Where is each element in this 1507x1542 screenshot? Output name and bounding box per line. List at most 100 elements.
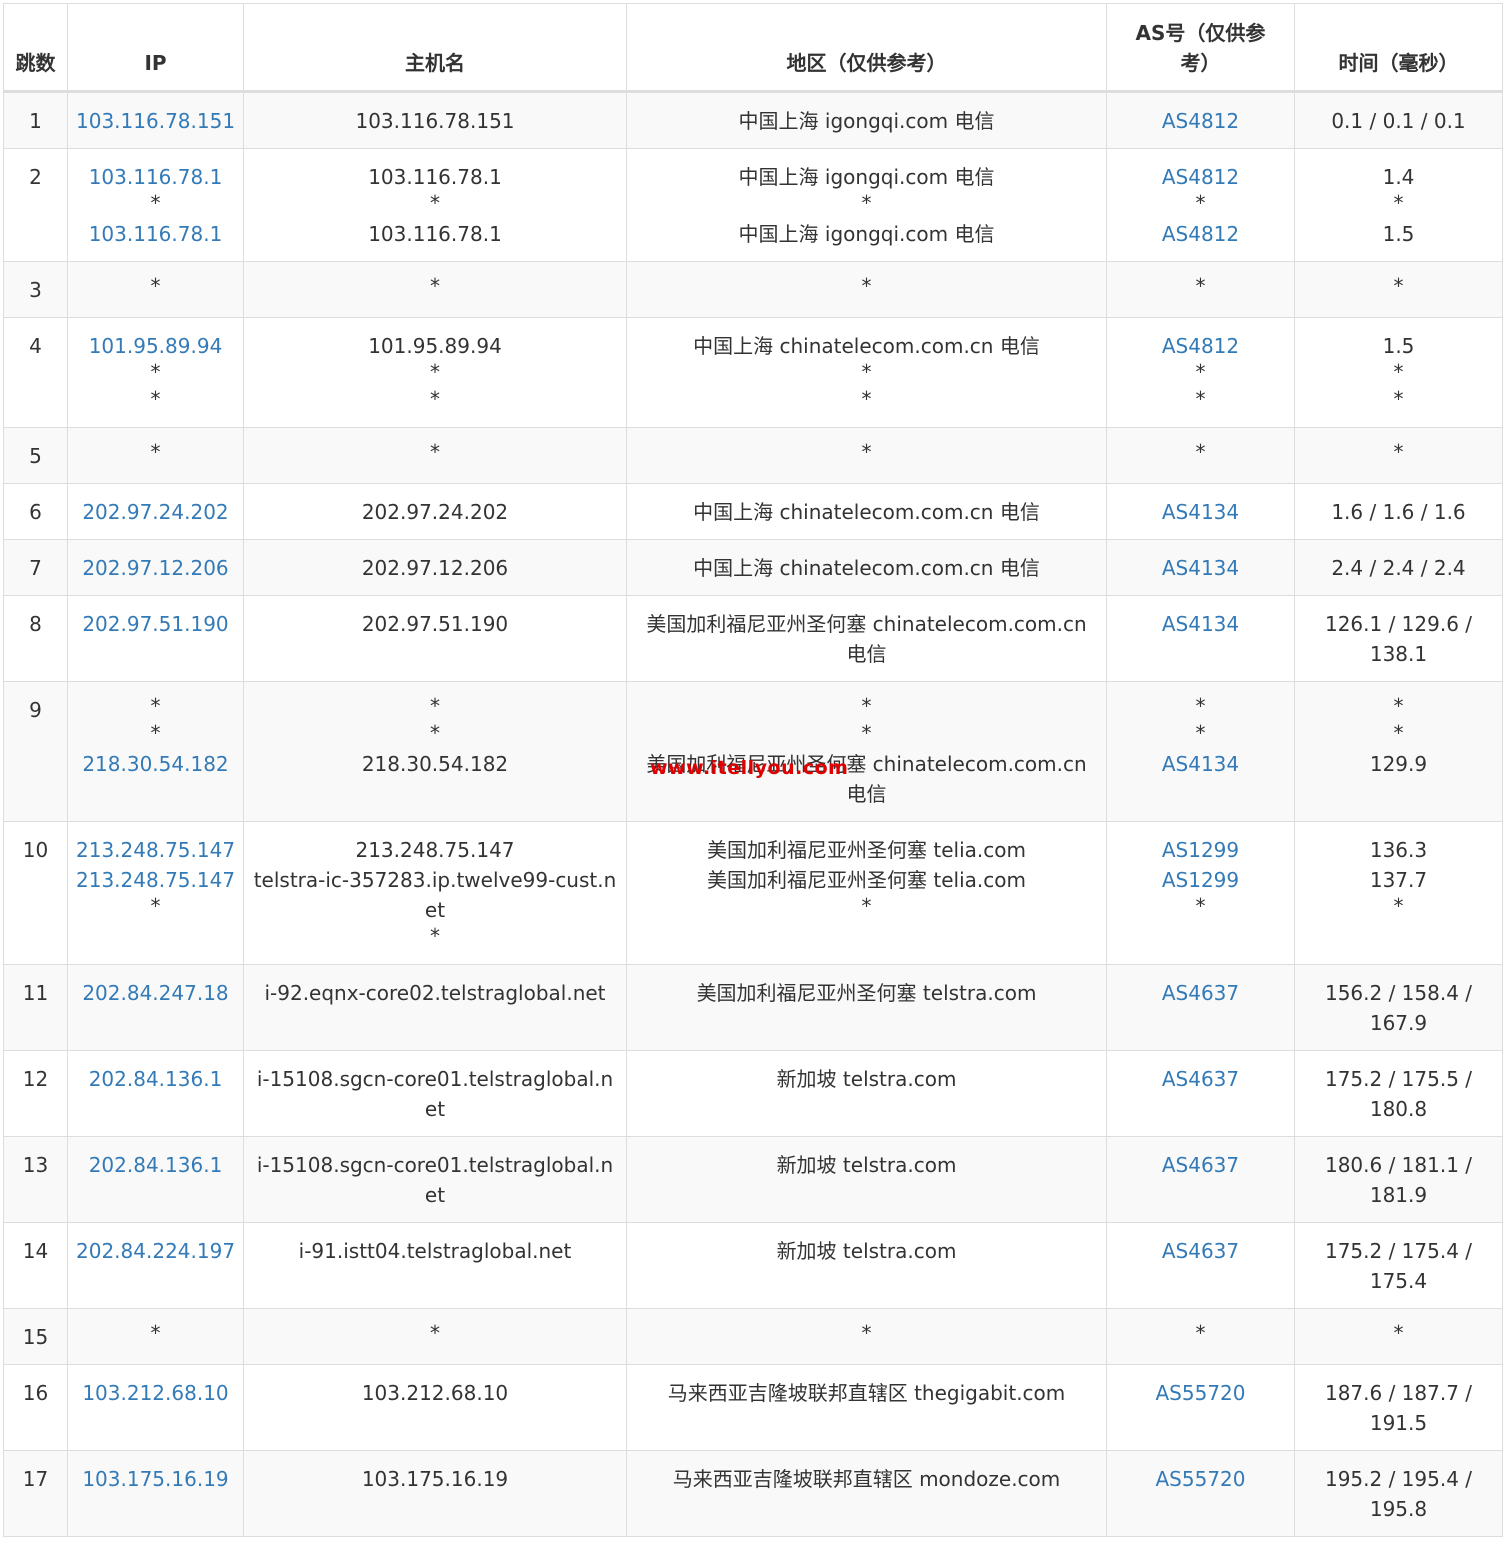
hop-cell: 3 (3, 261, 68, 318)
no-response-marker: * (150, 387, 161, 411)
time-cell: 0.1 / 0.1 / 0.1 (1294, 91, 1503, 149)
as-link[interactable]: AS4134 (1115, 609, 1286, 639)
table-row: 6 202.97.24.202 202.97.24.202 中国上海 chinatel… (3, 483, 1503, 540)
hostname-cell: * (243, 427, 627, 484)
ip-link[interactable]: 103.116.78.151 (76, 106, 235, 136)
as-link[interactable]: AS4637 (1115, 1064, 1286, 1094)
region-cell: * * 美国加利福尼亚州圣何塞 chinatelecom.com.cn 电信 (626, 681, 1107, 822)
hop-cell: 5 (3, 427, 68, 484)
as-link[interactable]: AS4637 (1115, 978, 1286, 1008)
as-cell: AS4812 * * (1106, 317, 1295, 428)
as-link[interactable]: AS1299 (1115, 835, 1286, 865)
ip-link[interactable]: 103.175.16.19 (76, 1464, 235, 1494)
as-link[interactable]: AS55720 (1115, 1378, 1286, 1408)
region-cell: * (626, 1308, 1107, 1365)
as-link[interactable]: AS55720 (1115, 1464, 1286, 1494)
no-response-marker: * (1393, 440, 1404, 464)
ip-link[interactable]: 213.248.75.147 (76, 865, 235, 895)
time-cell: 1.6 / 1.6 / 1.6 (1294, 483, 1503, 540)
as-link[interactable]: AS4812 (1115, 106, 1286, 136)
as-cell: AS4134 (1106, 539, 1295, 596)
region-text: 美国加利福尼亚州圣何塞 telstra.com (696, 981, 1037, 1005)
hostname-cell: 202.97.24.202 (243, 483, 627, 540)
ip-link[interactable]: 101.95.89.94 (76, 331, 235, 361)
time-cell: 195.2 / 195.4 / 195.8 (1294, 1450, 1503, 1537)
as-link[interactable]: AS4134 (1115, 553, 1286, 583)
time-text: 1.5 (1382, 334, 1415, 358)
no-response-marker: * (1195, 360, 1206, 384)
time-text: 126.1 / 129.6 / 138.1 (1324, 612, 1473, 666)
region-cell: 美国加利福尼亚州圣何塞 telstra.com (626, 964, 1107, 1051)
hop-cell: 14 (3, 1222, 68, 1309)
no-response-marker: * (861, 1321, 872, 1345)
region-text: 美国加利福尼亚州圣何塞 chinatelecom.com.cn 电信 (646, 752, 1087, 806)
hop-cell: 17 (3, 1450, 68, 1537)
hop-cell: 6 (3, 483, 68, 540)
ip-cell: 202.97.24.202 (67, 483, 244, 540)
time-text: 175.2 / 175.4 / 175.4 (1324, 1239, 1473, 1293)
time-text: 1.5 (1382, 222, 1415, 246)
ip-link[interactable]: 213.248.75.147 (76, 835, 235, 865)
table-row: 4 101.95.89.94 * * 101.95.89.94 * * 中国上海 chinat… (3, 317, 1503, 428)
ip-cell: * * 218.30.54.182 (67, 681, 244, 822)
ip-cell: 213.248.75.147 213.248.75.147 * (67, 821, 244, 965)
time-text: 1.6 / 1.6 / 1.6 (1331, 500, 1466, 524)
no-response-marker: * (150, 191, 161, 215)
ip-link[interactable]: 103.116.78.1 (76, 219, 235, 249)
ip-link[interactable]: 202.97.51.190 (76, 609, 235, 639)
no-response-marker: * (430, 274, 440, 298)
hostname-cell: i-91.istt04.telstraglobal.net (243, 1222, 627, 1309)
time-text: 2.4 / 2.4 / 2.4 (1331, 556, 1466, 580)
ip-link[interactable]: 202.84.136.1 (76, 1064, 235, 1094)
hop-cell: 12 (3, 1050, 68, 1137)
region-cell: 美国加利福尼亚州圣何塞 telia.com 美国加利福尼亚州圣何塞 telia.c… (626, 821, 1107, 965)
as-cell: AS1299 AS1299 * (1106, 821, 1295, 965)
as-link[interactable]: AS4134 (1115, 497, 1286, 527)
time-text: 175.2 / 175.5 / 180.8 (1324, 1067, 1473, 1121)
as-link[interactable]: AS4812 (1115, 331, 1286, 361)
no-response-marker: * (1393, 387, 1404, 411)
ip-link[interactable]: 218.30.54.182 (76, 749, 235, 779)
region-text: 中国上海 chinatelecom.com.cn 电信 (693, 500, 1040, 524)
region-cell: * (626, 427, 1107, 484)
ip-link[interactable]: 103.116.78.1 (76, 162, 235, 192)
as-link[interactable]: AS4637 (1115, 1236, 1286, 1266)
hostname-text: 218.30.54.182 (361, 752, 509, 776)
ip-link[interactable]: 202.84.247.18 (76, 978, 235, 1008)
as-cell: AS4134 (1106, 595, 1295, 682)
ip-link[interactable]: 103.212.68.10 (76, 1378, 235, 1408)
no-response-marker: * (861, 191, 872, 215)
as-link[interactable]: AS1299 (1115, 865, 1286, 895)
hostname-text: 103.212.68.10 (361, 1381, 509, 1405)
ip-link[interactable]: 202.97.24.202 (76, 497, 235, 527)
no-response-marker: * (1195, 191, 1206, 215)
ip-link[interactable]: 202.84.224.197 (76, 1236, 235, 1266)
header-ip: IP (67, 3, 244, 93)
ip-cell: 202.97.12.206 (67, 539, 244, 596)
as-link[interactable]: AS4134 (1115, 749, 1286, 779)
table-row: 8 202.97.51.190 202.97.51.190 美国加利福尼亚州圣何塞 c… (3, 595, 1503, 682)
table-row: 9 * * 218.30.54.182 * * 218.30.54.182 * * 美国加利福尼亚… (3, 681, 1503, 822)
ip-link[interactable]: 202.97.12.206 (76, 553, 235, 583)
header-region: 地区（仅供参考） (626, 3, 1107, 93)
no-response-marker: * (150, 1321, 161, 1345)
hostname-text: 103.116.78.1 (368, 222, 502, 246)
as-link[interactable]: AS4812 (1115, 219, 1286, 249)
table-row: 14 202.84.224.197 i-91.istt04.telstragloba… (3, 1222, 1503, 1309)
time-cell: 126.1 / 129.6 / 138.1 (1294, 595, 1503, 682)
region-cell: * (626, 261, 1107, 318)
table-row: 15 * * * * * (3, 1308, 1503, 1365)
time-cell: * (1294, 427, 1503, 484)
as-link[interactable]: AS4812 (1115, 162, 1286, 192)
table-row: 16 103.212.68.10 103.212.68.10 马来西亚吉隆坡联邦直辖区… (3, 1364, 1503, 1451)
ip-cell: * (67, 427, 244, 484)
table-row: 3 * * * * * (3, 261, 1503, 318)
hostname-text: 202.97.12.206 (361, 556, 509, 580)
ip-link[interactable]: 202.84.136.1 (76, 1150, 235, 1180)
no-response-marker: * (861, 894, 872, 918)
no-response-marker: * (861, 360, 872, 384)
ip-cell: 103.212.68.10 (67, 1364, 244, 1451)
no-response-marker: * (1195, 1321, 1206, 1345)
as-link[interactable]: AS4637 (1115, 1150, 1286, 1180)
region-cell: 中国上海 chinatelecom.com.cn 电信 * * (626, 317, 1107, 428)
